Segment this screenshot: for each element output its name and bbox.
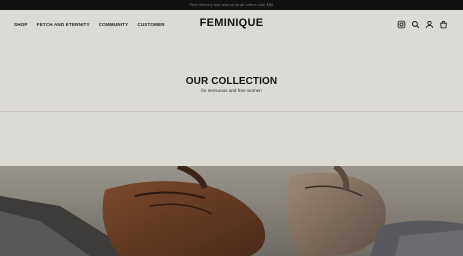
- search-icon[interactable]: [411, 20, 420, 29]
- header-icons: [397, 20, 448, 29]
- announcement-text: Free delivery and returns on all orders …: [189, 3, 274, 7]
- site-header: SHOP FETCH AND ETERNITY COMMUNITY CUSTOM…: [0, 10, 463, 40]
- account-icon[interactable]: [425, 20, 434, 29]
- instagram-icon[interactable]: [397, 20, 406, 29]
- collection-hero: OUR COLLECTION for sensuous and free wom…: [0, 76, 463, 93]
- hero-photo-shoes: [0, 166, 463, 256]
- section-divider: [0, 111, 463, 112]
- bag-icon[interactable]: [439, 20, 448, 29]
- announcement-bar: Free delivery and returns on all orders …: [0, 0, 463, 10]
- collection-subtitle: for sensuous and free women: [201, 88, 262, 93]
- brand-logo[interactable]: FEMINIQUE: [0, 17, 463, 29]
- collection-title: OUR COLLECTION: [185, 76, 278, 87]
